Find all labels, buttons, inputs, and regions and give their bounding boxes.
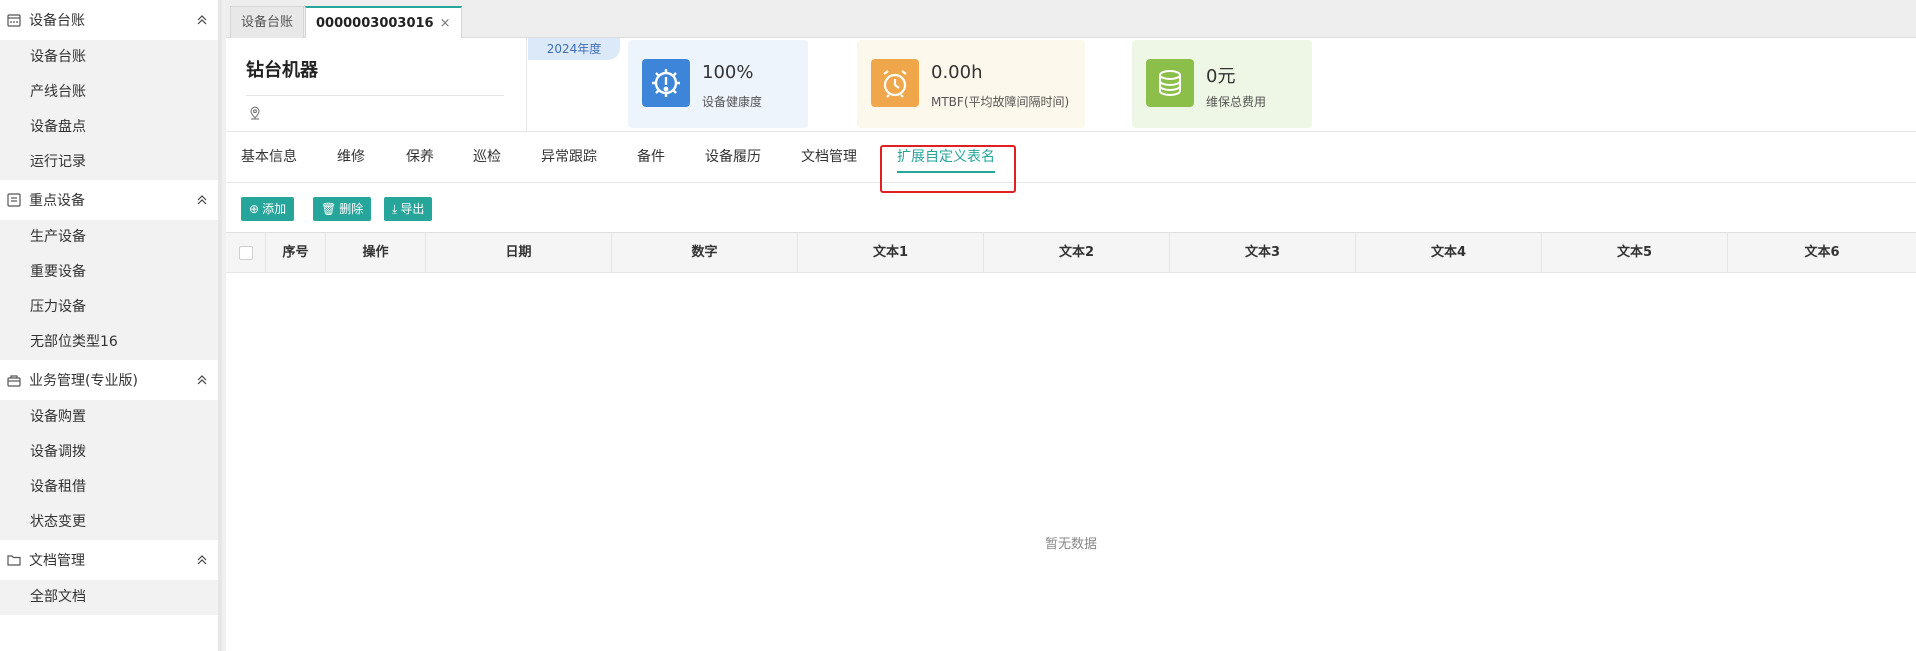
active-underline	[897, 171, 995, 173]
col-index: 序号	[266, 233, 326, 273]
sidebar-group-business-management[interactable]: 业务管理(专业版)	[0, 360, 218, 400]
sidebar-group-label: 文档管理	[29, 553, 85, 569]
sidebar: 设备台账 设备台账 产线台账 设备盘点 运行记录 重点设备 生产设备 重要设备 …	[0, 0, 222, 651]
divider	[526, 38, 527, 132]
subtab-inspection[interactable]: 巡检	[473, 132, 501, 183]
export-label: 导出	[400, 202, 425, 216]
folder-icon	[7, 553, 21, 567]
subtab-label: 扩展自定义表名	[897, 149, 995, 165]
subtab-anomaly-tracking[interactable]: 异常跟踪	[541, 132, 597, 183]
maintenance-cost-card: 0元 维保总费用	[1132, 40, 1312, 128]
delete-button[interactable]: 🗑 删除	[313, 197, 372, 221]
alarm-clock-icon	[871, 59, 919, 107]
sidebar-group-label: 业务管理(专业版)	[29, 373, 138, 389]
trash-icon: 🗑	[321, 202, 337, 216]
add-label: 添加	[262, 202, 287, 216]
divider	[246, 95, 504, 96]
detail-tabs: 基本信息 维修 保养 巡检 异常跟踪 备件 设备履历 文档管理 扩展自定义表名	[226, 132, 1916, 183]
subtab-basic-info[interactable]: 基本信息	[241, 132, 297, 183]
col-text6[interactable]: 文本6	[1728, 233, 1916, 273]
tab-label: 0000003003016	[316, 16, 434, 31]
plus-circle-icon: ⊕	[249, 202, 260, 216]
col-date[interactable]: 日期	[426, 233, 612, 273]
col-number[interactable]: 数字	[612, 233, 798, 273]
sidebar-group-label: 设备台账	[29, 13, 85, 29]
sidebar-item-all-documents[interactable]: 全部文档	[0, 580, 218, 615]
chevron-up-icon[interactable]	[196, 374, 208, 386]
close-icon[interactable]: ×	[440, 16, 451, 31]
select-all-checkbox-cell	[226, 233, 266, 273]
mtbf-label: MTBF(平均故障间隔时间)	[931, 95, 1070, 109]
select-all-checkbox[interactable]	[238, 246, 253, 260]
subtab-spare-parts[interactable]: 备件	[637, 132, 665, 183]
subtab-repair[interactable]: 维修	[337, 132, 365, 183]
col-actions: 操作	[326, 233, 426, 273]
delete-label: 删除	[339, 202, 364, 216]
asset-name: 钻台机器	[246, 60, 318, 81]
briefcase-icon	[7, 373, 21, 387]
sidebar-item-rental[interactable]: 设备租借	[0, 470, 218, 505]
subtab-maintenance[interactable]: 保养	[406, 132, 434, 183]
tab-asset-detail[interactable]: 0000003003016 ×	[305, 6, 462, 38]
sidebar-item-no-part-type[interactable]: 无部位类型16	[0, 325, 218, 360]
sidebar-item-transfer[interactable]: 设备调拨	[0, 435, 218, 470]
col-text3[interactable]: 文本3	[1170, 233, 1356, 273]
coin-stack-icon	[1146, 59, 1194, 107]
col-text1[interactable]: 文本1	[798, 233, 984, 273]
sidebar-item-production-equipment[interactable]: 生产设备	[0, 220, 218, 255]
empty-state-text: 暂无数据	[1044, 537, 1097, 552]
health-card: 100% 设备健康度	[628, 40, 808, 128]
subtab-history[interactable]: 设备履历	[705, 132, 761, 183]
col-text2[interactable]: 文本2	[984, 233, 1170, 273]
gear-alert-icon	[642, 59, 690, 107]
year-badge[interactable]: 2024年度	[528, 38, 620, 60]
sidebar-item-important-equipment[interactable]: 重要设备	[0, 255, 218, 290]
chevron-up-icon[interactable]	[196, 14, 208, 26]
location-pin-icon	[248, 106, 262, 120]
table-header: 序号 操作 日期 数字 文本1 文本2 文本3 文本4 文本5 文本6	[226, 233, 1916, 273]
sidebar-item-inventory[interactable]: 设备盘点	[0, 110, 218, 145]
sidebar-item-line-ledger[interactable]: 产线台账	[0, 75, 218, 110]
list-box-icon	[7, 193, 21, 207]
custom-data-table: 序号 操作 日期 数字 文本1 文本2 文本3 文本4 文本5 文本6 暂无数据	[226, 232, 1916, 651]
sidebar-group-key-equipment[interactable]: 重点设备	[0, 180, 218, 220]
asset-header: 钻台机器 2024年度 100% 设备健康度 0.00h MTBF(平均故障间隔…	[226, 38, 1916, 132]
sidebar-item-pressure-equipment[interactable]: 压力设备	[0, 290, 218, 325]
sidebar-item-asset-ledger[interactable]: 设备台账	[0, 40, 218, 75]
sidebar-group-documents[interactable]: 文档管理	[0, 540, 218, 580]
chevron-up-icon[interactable]	[196, 194, 208, 206]
chevron-up-icon[interactable]	[196, 554, 208, 566]
sidebar-item-status-change[interactable]: 状态变更	[0, 505, 218, 540]
cost-label: 维保总费用	[1206, 95, 1267, 109]
sidebar-group-label: 重点设备	[29, 193, 85, 209]
health-label: 设备健康度	[702, 95, 763, 109]
sidebar-item-purchase[interactable]: 设备购置	[0, 400, 218, 435]
mtbf-card: 0.00h MTBF(平均故障间隔时间)	[857, 40, 1085, 128]
sidebar-item-run-records[interactable]: 运行记录	[0, 145, 218, 180]
main-content: 设备台账 0000003003016 × 钻台机器 2024年度 100% 设备健…	[226, 0, 1916, 651]
export-button[interactable]: ⤓ 导出	[384, 197, 433, 221]
calendar-icon	[7, 13, 21, 27]
sidebar-group-asset-ledger[interactable]: 设备台账	[0, 0, 218, 40]
col-text4[interactable]: 文本4	[1356, 233, 1542, 273]
col-text5[interactable]: 文本5	[1542, 233, 1728, 273]
add-button[interactable]: ⊕ 添加	[241, 197, 295, 221]
subtab-custom-table[interactable]: 扩展自定义表名	[897, 132, 995, 183]
cost-value: 0元	[1206, 66, 1236, 87]
tab-bar: 设备台账 0000003003016 ×	[226, 0, 1916, 38]
health-value: 100%	[702, 62, 754, 83]
download-icon: ⤓	[392, 202, 398, 216]
tab-label: 设备台账	[241, 15, 294, 30]
tab-asset-ledger[interactable]: 设备台账	[230, 6, 305, 38]
subtab-documents[interactable]: 文档管理	[801, 132, 857, 183]
mtbf-value: 0.00h	[931, 62, 983, 83]
